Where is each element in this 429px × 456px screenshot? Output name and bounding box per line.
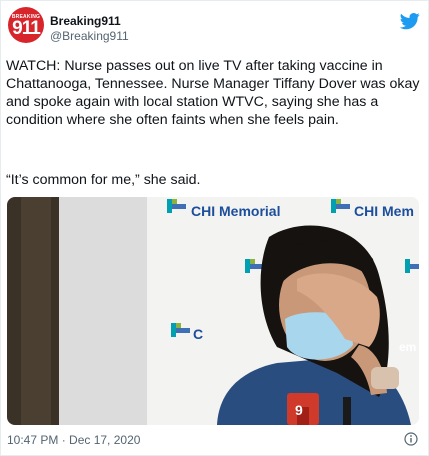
tweet-video[interactable]: CHI Memorial CHI Mem C em 9 — [7, 197, 419, 425]
tweet-card: BREAKING 911 Breaking911 @Breaking911 WA… — [0, 0, 429, 456]
tweet-timestamp[interactable]: 10:47 PM · Dec 17, 2020 — [7, 433, 140, 447]
info-icon[interactable] — [404, 432, 418, 446]
avatar-911-text: 911 — [12, 18, 41, 39]
chi-memorial-text-4: em — [399, 340, 416, 354]
chi-memorial-text-2: CHI Mem — [354, 203, 414, 219]
twitter-bird-icon[interactable] — [400, 11, 420, 31]
avatar[interactable]: BREAKING 911 — [8, 7, 44, 43]
mic-flag-number: 9 — [295, 402, 303, 418]
tweet-text: WATCH: Nurse passes out on live TV after… — [6, 58, 420, 128]
video-frame: CHI Memorial CHI Mem C em 9 — [7, 197, 419, 425]
chi-memorial-text-1: CHI Memorial — [191, 203, 280, 219]
user-name[interactable]: Breaking911 — [50, 14, 121, 28]
chi-memorial-text-3: C — [193, 326, 203, 342]
tweet-quote: “It’s common for me,” she said. — [6, 172, 201, 188]
user-handle[interactable]: @Breaking911 — [50, 29, 129, 43]
microphone-icon — [287, 393, 319, 425]
